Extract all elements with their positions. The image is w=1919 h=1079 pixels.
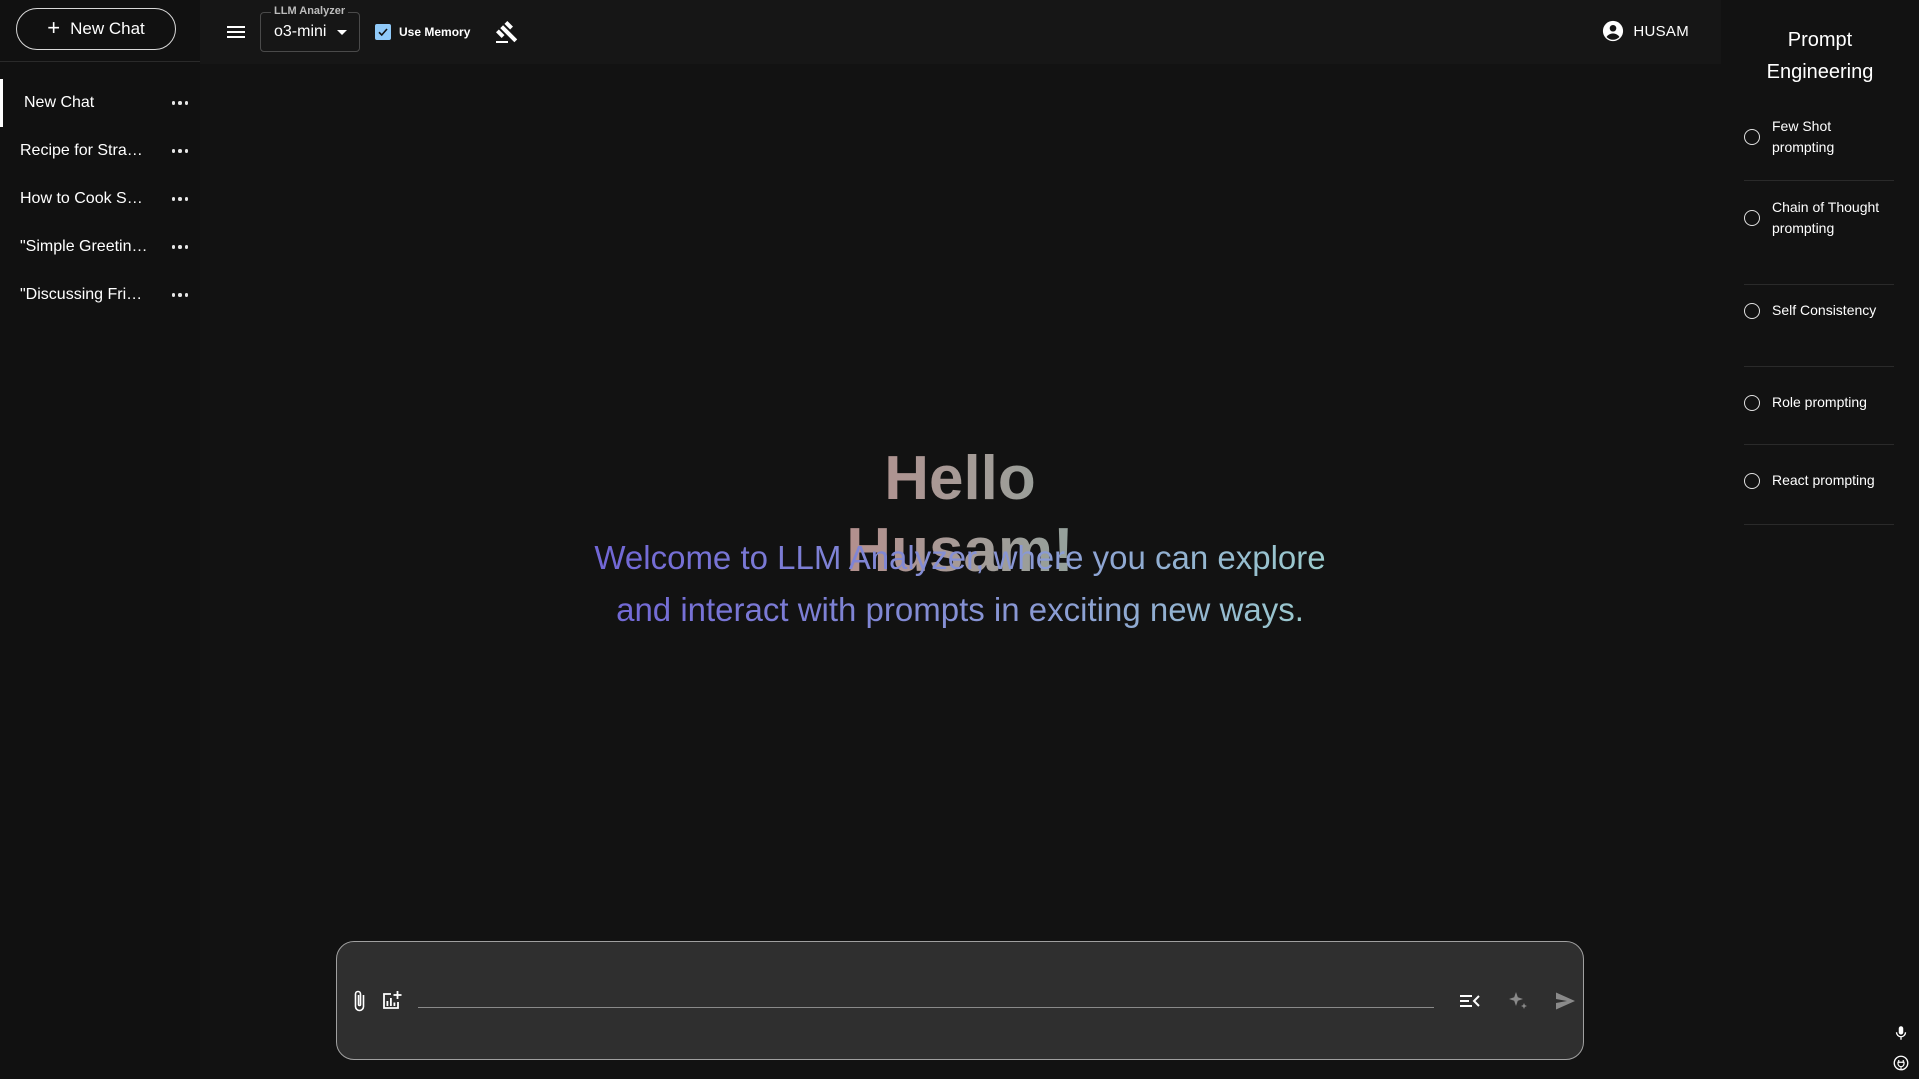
check-icon (378, 28, 388, 37)
microphone-icon[interactable] (1892, 1024, 1910, 1042)
technique-label: React prompting (1772, 472, 1875, 488)
chat-title: "Discussing Fri… (20, 286, 143, 303)
radio-button[interactable] (1744, 302, 1760, 319)
menu-icon[interactable] (224, 20, 248, 44)
welcome-line-2: and interact with prompts in exciting ne… (616, 591, 1304, 628)
chat-item-new-chat[interactable]: New Chat (0, 79, 200, 127)
user-name: HUSAM (1633, 22, 1689, 40)
sparkle-icon[interactable] (1506, 989, 1530, 1013)
more-horizontal-icon[interactable] (168, 235, 192, 259)
top-bar: LLM Analyzer o3-mini Use Memory HUSAM (200, 0, 1721, 64)
plugin-icon[interactable] (1892, 1054, 1910, 1072)
radio-button[interactable] (1744, 210, 1760, 226)
technique-self-consistency[interactable]: Self Consistency (1744, 300, 1894, 321)
technique-divider (1744, 524, 1894, 525)
more-horizontal-icon[interactable] (168, 91, 192, 115)
technique-label: Chain of Thought prompting (1772, 199, 1880, 236)
technique-label: Few Shot prompting (1772, 118, 1835, 155)
technique-react[interactable]: React prompting (1744, 470, 1894, 491)
message-composer (336, 941, 1584, 1060)
technique-divider (1744, 366, 1894, 367)
more-horizontal-icon[interactable] (168, 139, 192, 163)
radio-button[interactable] (1744, 129, 1760, 145)
welcome-message: Welcome to LLM Analyzer, where you can e… (560, 532, 1360, 636)
message-input[interactable] (418, 978, 1434, 1008)
chat-item-recipe[interactable]: Recipe for Stra… (0, 127, 200, 175)
plus-icon: + (47, 15, 61, 40)
user-menu[interactable]: HUSAM (1602, 20, 1689, 42)
clear-list-icon[interactable] (1458, 989, 1482, 1013)
more-horizontal-icon[interactable] (168, 187, 192, 211)
new-chat-button[interactable]: + New Chat (16, 8, 176, 50)
radio-button[interactable] (1744, 472, 1760, 489)
chat-title: "Simple Greetin… (20, 238, 148, 255)
chat-item-how-to-cook[interactable]: How to Cook S… (0, 175, 200, 223)
model-select-value: o3-mini (274, 23, 327, 40)
panel-title-line-2: Engineering (1766, 61, 1874, 83)
caret-down-icon (337, 30, 347, 35)
technique-few-shot[interactable]: Few Shot prompting (1744, 116, 1894, 158)
technique-divider (1744, 284, 1894, 285)
chat-item-discussing[interactable]: "Discussing Fri… (0, 271, 200, 319)
panel-title-line-1: Prompt (1787, 29, 1853, 51)
gavel-icon[interactable] (495, 20, 519, 44)
radio-button[interactable] (1744, 394, 1760, 411)
more-horizontal-icon[interactable] (168, 283, 192, 307)
technique-label: Role prompting (1772, 394, 1867, 410)
add-chart-icon[interactable] (379, 989, 403, 1013)
technique-divider (1744, 180, 1894, 181)
chat-list: New Chat Recipe for Stra… How to Cook S…… (0, 79, 200, 319)
send-icon[interactable] (1553, 989, 1577, 1013)
use-memory-label: Use Memory (399, 25, 471, 39)
chat-title: New Chat (24, 94, 95, 111)
chat-item-simple-greeting[interactable]: "Simple Greetin… (0, 223, 200, 271)
model-select-legend: LLM Analyzer (271, 5, 349, 17)
use-memory-toggle[interactable]: Use Memory (375, 24, 470, 40)
technique-role[interactable]: Role prompting (1744, 392, 1894, 413)
prompt-engineering-panel: Prompt Engineering Few Shot prompting Ch… (1721, 0, 1919, 1079)
chat-title: Recipe for Stra… (20, 142, 143, 159)
chat-title: How to Cook S… (20, 190, 143, 207)
technique-label: Self Consistency (1772, 302, 1877, 318)
new-chat-label: New Chat (70, 19, 145, 38)
paperclip-icon[interactable] (347, 989, 371, 1013)
technique-divider (1744, 444, 1894, 445)
panel-title: Prompt Engineering (1721, 24, 1919, 88)
technique-chain-of-thought[interactable]: Chain of Thought prompting (1744, 197, 1894, 239)
account-circle-icon (1603, 20, 1624, 42)
sidebar: + New Chat New Chat Recipe for Stra… How… (0, 0, 200, 1079)
welcome-line-1: Welcome to LLM Analyzer, where you can e… (594, 539, 1326, 576)
sidebar-divider (0, 61, 200, 62)
model-select[interactable]: LLM Analyzer o3-mini (260, 5, 360, 52)
use-memory-checkbox[interactable] (375, 24, 391, 40)
